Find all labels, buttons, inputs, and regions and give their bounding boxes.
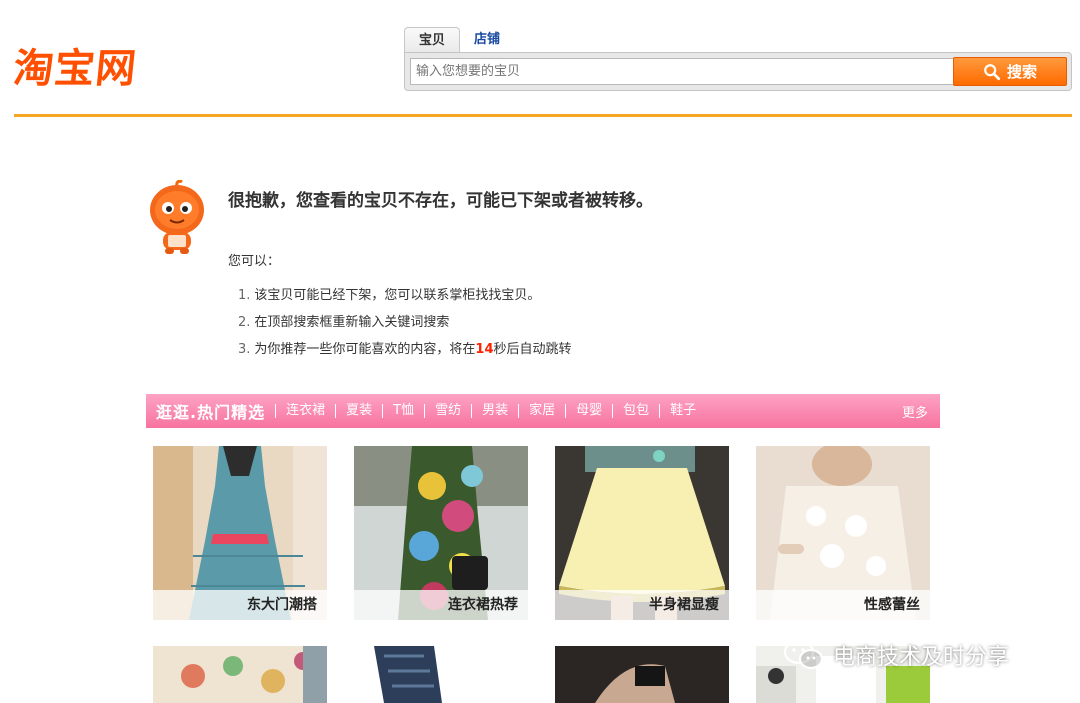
product-card[interactable]	[153, 646, 327, 703]
list-item: 3. 为你推荐一些你可能喜欢的内容，将在14秒后自动跳转	[238, 340, 572, 367]
list-number: 1.	[238, 288, 251, 303]
category-link[interactable]: 夏装	[335, 404, 382, 418]
error-title: 很抱歉，您查看的宝贝不存在，可能已下架或者被转移。	[228, 191, 653, 211]
tab-shops[interactable]: 店铺	[460, 27, 514, 53]
list-text: 为你推荐一些你可能喜欢的内容，将在	[254, 342, 476, 357]
product-card[interactable]	[555, 646, 729, 703]
category-link[interactable]: 母婴	[565, 404, 612, 418]
product-image	[354, 646, 528, 703]
list-item: 2. 在顶部搜索框重新输入关键词搜索	[238, 313, 572, 340]
search-button[interactable]: 搜索	[953, 57, 1067, 86]
category-link[interactable]: 鞋子	[659, 404, 706, 418]
product-card[interactable]: 性感蕾丝	[756, 446, 930, 620]
product-caption: 东大门潮搭	[153, 590, 327, 620]
product-caption: 半身裙显瘦	[555, 590, 729, 620]
watermark: 电商技术及时分享	[783, 637, 1009, 673]
list-number: 2.	[238, 315, 251, 330]
mascot-icon	[150, 180, 204, 254]
category-bar: 逛逛.热门精选 连衣裙 夏装 T恤 雪纺 男装 家居 母婴 包包 鞋子 更多	[146, 394, 940, 428]
category-link[interactable]: 雪纺	[424, 404, 471, 418]
list-item: 1. 该宝贝可能已经下架，您可以联系掌柜找找宝贝。	[238, 286, 572, 313]
list-text: 在顶部搜索框重新输入关键词搜索	[254, 315, 450, 330]
wechat-icon	[783, 639, 824, 670]
countdown-seconds: 14	[475, 342, 494, 357]
list-text: 秒后自动跳转	[493, 342, 572, 357]
product-card[interactable]: 连衣裙热荐	[354, 446, 528, 620]
product-card[interactable]: 半身裙显瘦	[555, 446, 729, 620]
search-box: 搜索	[404, 52, 1072, 91]
search-tabs: 宝贝 店铺	[404, 27, 514, 55]
category-link[interactable]: 家居	[518, 404, 565, 418]
suggestion-list: 1. 该宝贝可能已经下架，您可以联系掌柜找找宝贝。 2. 在顶部搜索框重新输入关键词…	[238, 286, 572, 367]
product-caption: 性感蕾丝	[756, 590, 930, 620]
product-image	[555, 646, 729, 703]
category-link[interactable]: 包包	[612, 404, 659, 418]
product-card[interactable]	[354, 646, 528, 703]
category-bar-title[interactable]: 逛逛.热门精选	[156, 399, 265, 423]
list-text: 该宝贝可能已经下架，您可以联系掌柜找找宝贝。	[254, 288, 541, 303]
category-link[interactable]: 男装	[471, 404, 518, 418]
search-button-label: 搜索	[1006, 63, 1037, 81]
watermark-text: 电商技术及时分享	[833, 645, 1010, 670]
product-caption: 连衣裙热荐	[354, 590, 528, 620]
list-number: 3.	[238, 342, 251, 357]
more-link[interactable]: 更多	[902, 402, 928, 421]
suggestion-heading: 您可以：	[228, 254, 281, 269]
category-link[interactable]: 连衣裙	[275, 404, 335, 418]
tab-items[interactable]: 宝贝	[404, 27, 461, 54]
product-card[interactable]: 东大门潮搭	[153, 446, 327, 620]
category-link[interactable]: T恤	[382, 404, 424, 418]
taobao-logo[interactable]: 淘宝网	[11, 36, 140, 94]
search-input[interactable]	[410, 58, 954, 85]
search-area: 宝贝 店铺 搜索	[404, 27, 1072, 91]
product-image	[153, 646, 327, 703]
search-icon	[984, 63, 1001, 80]
header-divider	[14, 114, 1072, 117]
